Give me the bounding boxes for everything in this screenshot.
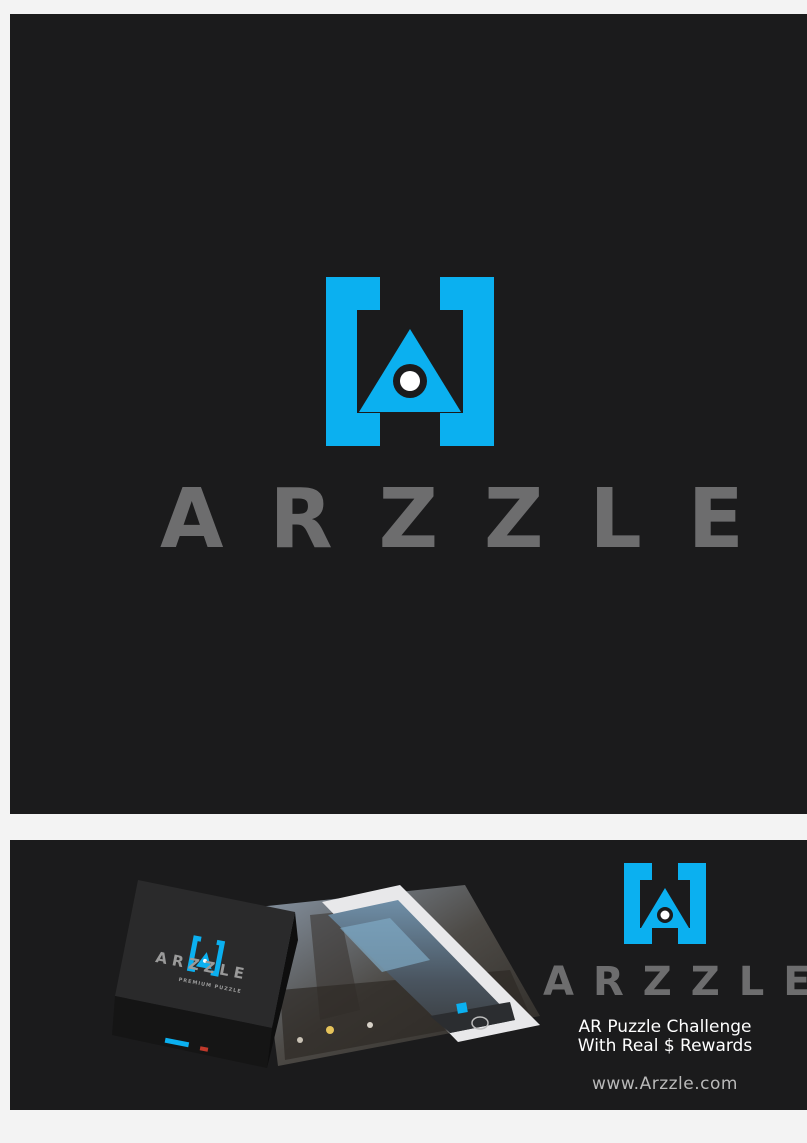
logo-panel: ARZZLE bbox=[10, 14, 807, 814]
arzzle-logo-icon bbox=[624, 863, 706, 944]
tagline-line-2: With Real $ Rewards bbox=[577, 1036, 753, 1056]
brand-wordmark-small: ARZZLE bbox=[543, 959, 807, 1005]
brand-wordmark: ARZZLE bbox=[160, 472, 790, 567]
website-link[interactable]: www.Arzzle.com bbox=[550, 1074, 780, 1094]
tagline-line-1: AR Puzzle Challenge bbox=[578, 1017, 752, 1037]
promo-banner: ARZZLE PREMIUM PUZZLE ARZZLE AR Puzzle C… bbox=[10, 840, 807, 1110]
arzzle-logo-icon bbox=[326, 277, 494, 446]
